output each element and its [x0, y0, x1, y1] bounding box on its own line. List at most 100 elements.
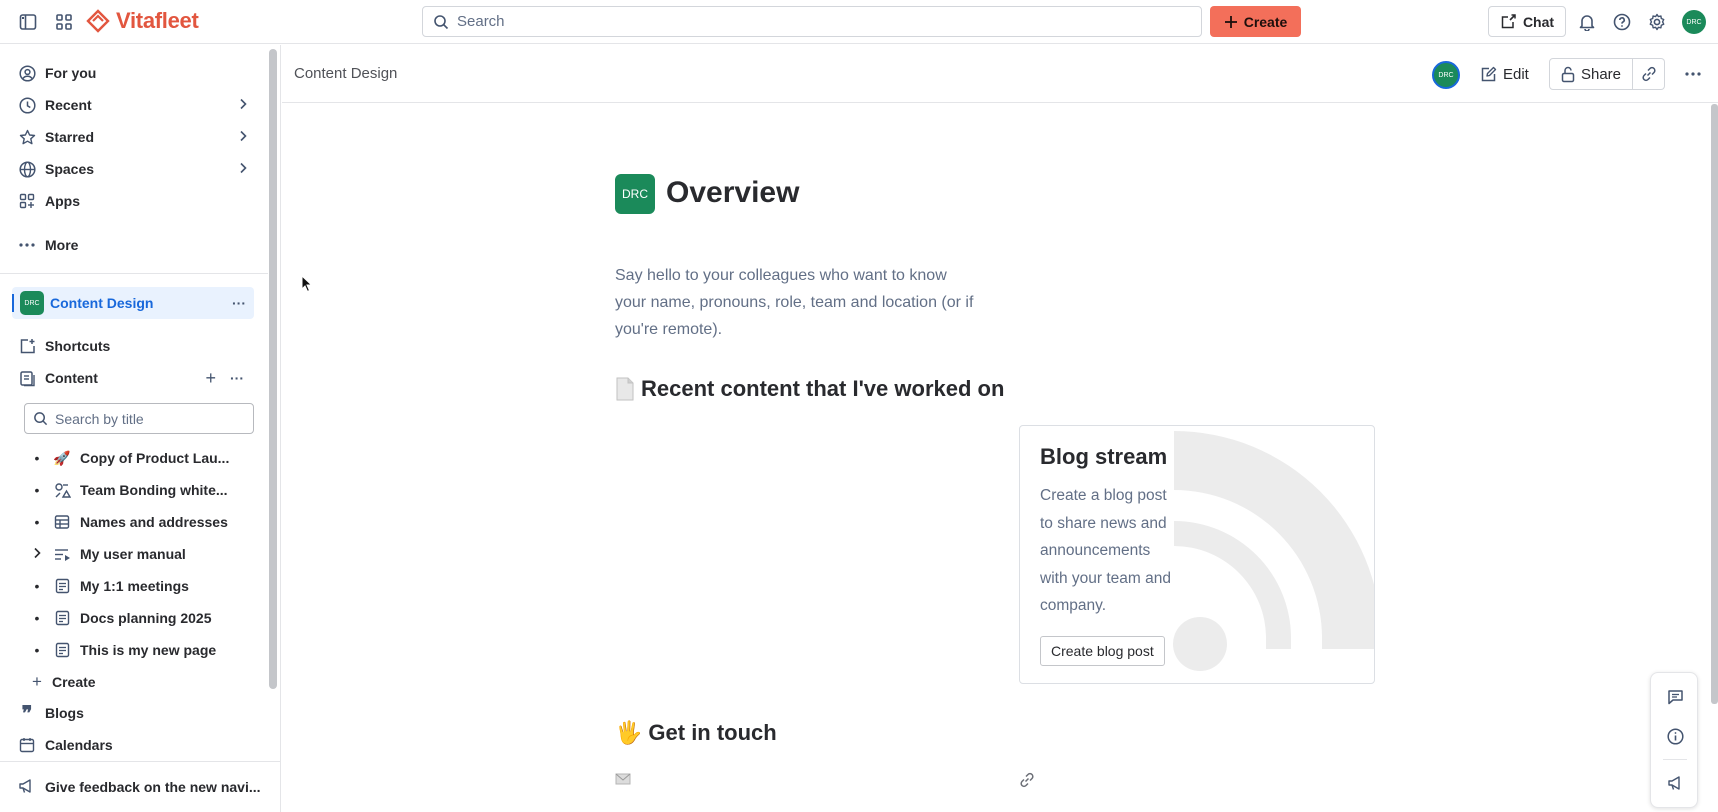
- user-avatar[interactable]: DRC: [1682, 10, 1706, 34]
- help-icon[interactable]: [1610, 10, 1634, 34]
- sidebar-item-label: Starred: [45, 129, 95, 145]
- page-content: DRC Overview Say hello to your colleague…: [282, 104, 1718, 812]
- expand-chevron-icon[interactable]: [30, 546, 44, 562]
- breadcrumb[interactable]: Content Design: [294, 65, 397, 82]
- get-in-touch-heading-text: Get in touch: [648, 720, 777, 745]
- create-button-label: Create: [1243, 13, 1288, 30]
- create-button[interactable]: Create: [1210, 6, 1301, 37]
- bullet: •: [34, 578, 40, 594]
- tree-item[interactable]: • This is my new page: [30, 636, 266, 664]
- page-emoji-icon: [616, 377, 634, 401]
- toolbar-divider: [1663, 759, 1687, 760]
- share-button-label: Share: [1580, 65, 1622, 83]
- content-scrollbar[interactable]: [1711, 104, 1718, 704]
- tree-item-label: Docs planning 2025: [80, 610, 212, 626]
- active-indicator: [12, 294, 14, 312]
- chat-edit-icon: [1501, 14, 1516, 29]
- settings-gear-icon[interactable]: [1645, 10, 1669, 34]
- sidebar-toggle-icon[interactable]: [16, 10, 40, 34]
- add-content-plus-icon[interactable]: +: [205, 368, 216, 389]
- tree-item[interactable]: My user manual: [30, 540, 266, 568]
- tree-item[interactable]: • Names and addresses: [30, 508, 266, 536]
- feedback-button[interactable]: Give feedback on the new navi...: [0, 761, 281, 812]
- sidebar-item-more[interactable]: More: [18, 231, 254, 259]
- tree-item[interactable]: • 🚀 Copy of Product Lau...: [30, 444, 266, 472]
- logo-icon: [86, 9, 110, 33]
- share-button[interactable]: Share: [1549, 58, 1633, 90]
- sidebar-item-label: Apps: [45, 193, 80, 209]
- recent-content-heading: Recent content that I've worked on: [615, 376, 1004, 402]
- search-icon: [34, 412, 48, 426]
- sidebar-item-for-you[interactable]: For you: [18, 59, 254, 87]
- app-logo[interactable]: Vitafleet: [86, 8, 199, 34]
- page-more-icon[interactable]: [1677, 58, 1709, 90]
- sidebar-item-label: Blogs: [45, 705, 84, 721]
- blog-card-title: Blog stream: [1040, 444, 1168, 469]
- sidebar-item-spaces[interactable]: Spaces: [18, 155, 254, 183]
- tree-item-label: Team Bonding white...: [80, 482, 228, 498]
- blog-stream-card: Blog stream Create a blog post to share …: [1019, 425, 1375, 684]
- search-by-title-placeholder: Search by title: [55, 410, 144, 427]
- sidebar-item-current-space[interactable]: DRC Content Design ···: [12, 287, 254, 319]
- sidebar-item-label: Recent: [45, 97, 92, 113]
- sidebar-item-label: For you: [45, 65, 97, 81]
- link-icon: [1641, 66, 1656, 82]
- create-blog-post-button[interactable]: Create blog post: [1040, 636, 1165, 666]
- space-more-icon[interactable]: ···: [232, 295, 246, 311]
- notifications-bell-icon[interactable]: [1575, 10, 1599, 34]
- globe-icon: [18, 160, 36, 178]
- tree-item-label: Names and addresses: [80, 514, 228, 530]
- page-header: Content Design DRC Edit Share: [282, 45, 1718, 103]
- edit-button[interactable]: Edit: [1480, 58, 1529, 90]
- plus-icon: +: [32, 672, 42, 691]
- sidebar-item-label: Shortcuts: [45, 338, 111, 354]
- tree-item-label: My user manual: [80, 546, 186, 562]
- bullet: •: [34, 482, 40, 498]
- tree-create-button[interactable]: + Create: [30, 668, 266, 696]
- space-avatar: DRC: [20, 291, 44, 315]
- search-by-title-input[interactable]: Search by title: [24, 403, 254, 434]
- pencil-icon: [1481, 66, 1497, 81]
- content-more-icon[interactable]: ···: [230, 370, 244, 386]
- app-switcher-icon[interactable]: [52, 10, 76, 34]
- tree-item[interactable]: • Team Bonding white...: [30, 476, 266, 504]
- star-icon: [18, 128, 36, 146]
- rss-feed-icon: [1173, 431, 1374, 671]
- collaborator-avatar[interactable]: DRC: [1432, 61, 1460, 89]
- chat-button[interactable]: Chat: [1488, 6, 1566, 37]
- sidebar-scrollbar[interactable]: [269, 49, 277, 689]
- plus-icon: [1224, 15, 1237, 28]
- tree-item[interactable]: • Docs planning 2025: [30, 604, 266, 632]
- chevron-right-icon[interactable]: [238, 161, 248, 177]
- envelope-icon: [615, 772, 631, 788]
- intro-paragraph: Say hello to your colleagues who want to…: [615, 267, 974, 338]
- whiteboard-icon: [52, 482, 72, 499]
- tree-item-label: This is my new page: [80, 642, 217, 658]
- copy-link-button[interactable]: [1633, 58, 1665, 90]
- page-icon: [52, 610, 72, 626]
- sidebar-item-calendars[interactable]: Calendars: [18, 731, 254, 759]
- chevron-right-icon[interactable]: [238, 97, 248, 113]
- sidebar-item-content[interactable]: Content + ···: [18, 364, 254, 392]
- sidebar-item-apps[interactable]: Apps: [18, 187, 254, 215]
- global-search-input[interactable]: Search: [422, 6, 1202, 37]
- comments-icon[interactable]: [1663, 685, 1687, 709]
- list-icon: [52, 547, 72, 562]
- megaphone-icon[interactable]: [1663, 771, 1687, 795]
- sidebar-item-shortcuts[interactable]: Shortcuts: [18, 332, 254, 360]
- bullet: •: [34, 642, 40, 658]
- bullet: •: [34, 514, 40, 530]
- sidebar-item-label: Calendars: [45, 737, 113, 753]
- sidebar-item-label: More: [45, 237, 79, 253]
- search-icon: [434, 14, 449, 29]
- edit-button-label: Edit: [1503, 65, 1529, 83]
- person-circle-icon: [18, 64, 36, 82]
- tree-item[interactable]: • My 1:1 meetings: [30, 572, 266, 600]
- sidebar-item-recent[interactable]: Recent: [18, 91, 254, 119]
- sidebar-item-starred[interactable]: Starred: [18, 123, 254, 151]
- sidebar-item-blogs[interactable]: ❞ Blogs: [18, 699, 254, 727]
- info-icon[interactable]: [1663, 724, 1687, 748]
- chevron-right-icon[interactable]: [238, 129, 248, 145]
- page-icon: [52, 578, 72, 594]
- table-icon: [52, 514, 72, 530]
